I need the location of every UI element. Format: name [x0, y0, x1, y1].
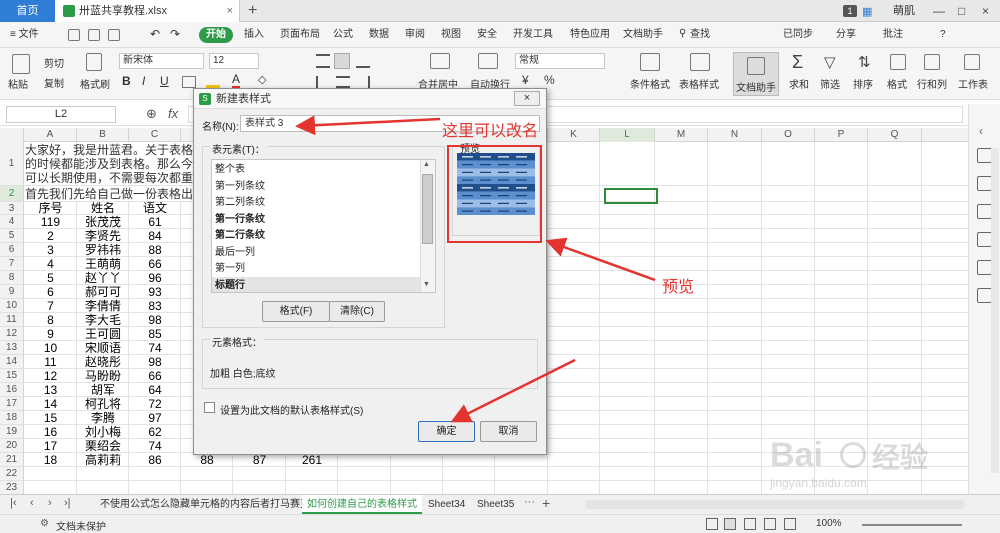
arrow-to-preview — [545, 237, 656, 282]
paw-icon — [840, 442, 866, 468]
arrow-to-name-field — [295, 115, 441, 136]
arrow-to-ok-button — [450, 358, 576, 423]
watermark-suffix: 经验 — [872, 442, 929, 473]
baidu-jingyan-watermark: Bai 经验 jingyan.baidu.com — [760, 436, 990, 492]
watermark-url: jingyan.baidu.com — [770, 476, 867, 490]
watermark-brand: Bai — [770, 436, 823, 474]
